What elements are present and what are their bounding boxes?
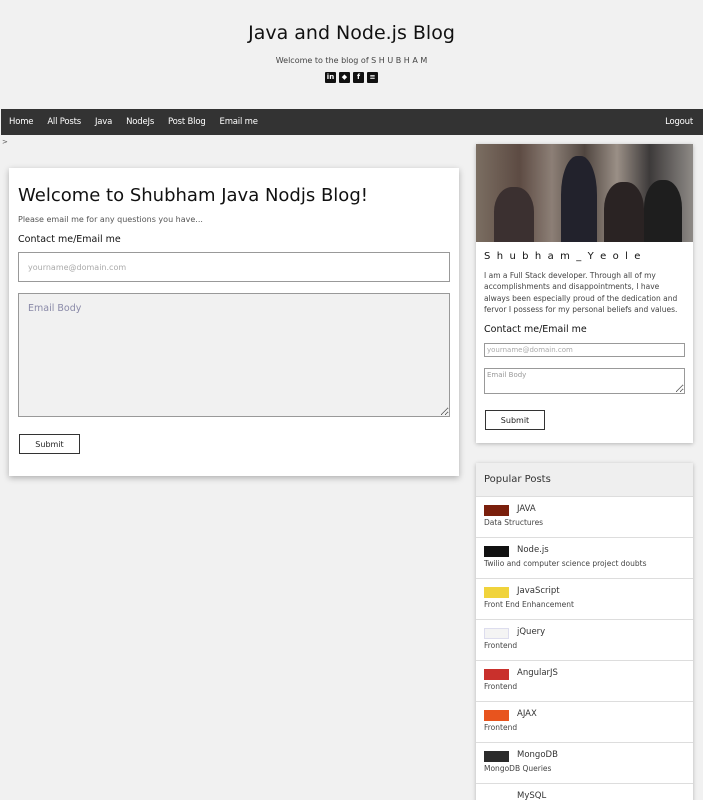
- page-description: Please email me for any questions you ha…: [18, 215, 203, 224]
- post-subtitle: Data Structures: [484, 518, 544, 527]
- post-item[interactable]: AJAX Frontend: [476, 702, 693, 743]
- post-title[interactable]: MySQL: [517, 791, 546, 800]
- contact-label: Contact me/Email me: [18, 234, 121, 245]
- navbar: Home All Posts Java NodeJs Post Blog Ema…: [1, 109, 703, 135]
- profile-card: S h u b h a m _ Y e o l e I am a Full St…: [476, 144, 693, 443]
- post-title[interactable]: JavaScript: [517, 586, 560, 596]
- post-thumbnail: [484, 792, 509, 800]
- post-thumbnail: [484, 710, 509, 721]
- nav-email-me[interactable]: Email me: [220, 117, 258, 127]
- email-field[interactable]: [18, 252, 450, 282]
- site-title: Java and Node.js Blog: [248, 22, 455, 44]
- post-title[interactable]: AngularJS: [517, 668, 558, 678]
- post-subtitle: Twilio and computer science project doub…: [484, 559, 647, 568]
- contact-card: Welcome to Shubham Java Nodjs Blog! Plea…: [9, 168, 459, 476]
- site-subtitle: Welcome to the blog of S H U B H A M: [275, 56, 428, 65]
- post-title[interactable]: JAVA: [517, 504, 536, 514]
- linkedin-icon[interactable]: in: [325, 72, 336, 83]
- sidebar-contact-label: Contact me/Email me: [484, 324, 587, 335]
- nav-logout[interactable]: Logout: [665, 117, 693, 127]
- nav-all-posts[interactable]: All Posts: [47, 117, 81, 127]
- post-thumbnail: [484, 505, 509, 516]
- page-title: Welcome to Shubham Java Nodjs Blog!: [18, 185, 368, 206]
- post-title[interactable]: jQuery: [517, 627, 545, 637]
- post-subtitle: Frontend: [484, 641, 518, 650]
- popular-posts-heading: Popular Posts: [476, 463, 693, 497]
- sidebar-email-body-field[interactable]: [484, 368, 685, 394]
- post-item[interactable]: JAVA Data Structures: [476, 497, 693, 538]
- post-item[interactable]: Node.js Twilio and computer science proj…: [476, 538, 693, 579]
- post-title[interactable]: Node.js: [517, 545, 549, 555]
- nav-nodejs[interactable]: NodeJs: [126, 117, 154, 127]
- post-title[interactable]: MongoDB: [517, 750, 558, 760]
- post-thumbnail: [484, 669, 509, 680]
- post-title[interactable]: AJAX: [517, 709, 537, 719]
- post-subtitle: Front End Enhancement: [484, 600, 574, 609]
- sidebar-submit-button[interactable]: Submit: [485, 410, 545, 430]
- post-thumbnail: [484, 628, 509, 639]
- email-body-field[interactable]: [18, 293, 450, 417]
- profile-name: S h u b h a m _ Y e o l e: [484, 251, 643, 262]
- post-item[interactable]: MongoDB MongoDB Queries: [476, 743, 693, 784]
- post-item[interactable]: MySQL: [476, 784, 693, 800]
- facebook-icon[interactable]: f: [353, 72, 364, 83]
- breadcrumb: >: [2, 138, 8, 146]
- nav-post-blog[interactable]: Post Blog: [168, 117, 206, 127]
- post-thumbnail: [484, 587, 509, 598]
- post-item[interactable]: AngularJS Frontend: [476, 661, 693, 702]
- submit-button[interactable]: Submit: [19, 434, 80, 454]
- post-item[interactable]: jQuery Frontend: [476, 620, 693, 661]
- profile-photo: [476, 144, 693, 242]
- nav-home[interactable]: Home: [9, 117, 34, 127]
- github-icon[interactable]: ◆: [339, 72, 350, 83]
- popular-posts: Popular Posts JAVA Data Structures Node.…: [476, 463, 693, 800]
- post-subtitle: Frontend: [484, 682, 518, 691]
- social-links: in ◆ f ≡: [0, 72, 703, 83]
- post-item[interactable]: JavaScript Front End Enhancement: [476, 579, 693, 620]
- post-thumbnail: [484, 546, 509, 557]
- profile-bio: I am a Full Stack developer. Through all…: [484, 271, 678, 314]
- site-header: Java and Node.js Blog Welcome to the blo…: [0, 0, 703, 108]
- sidebar-email-field[interactable]: [484, 343, 685, 357]
- post-subtitle: MongoDB Queries: [484, 764, 552, 773]
- post-thumbnail: [484, 751, 509, 762]
- post-subtitle: Frontend: [484, 723, 518, 732]
- nav-java[interactable]: Java: [95, 117, 112, 127]
- stackoverflow-icon[interactable]: ≡: [367, 72, 378, 83]
